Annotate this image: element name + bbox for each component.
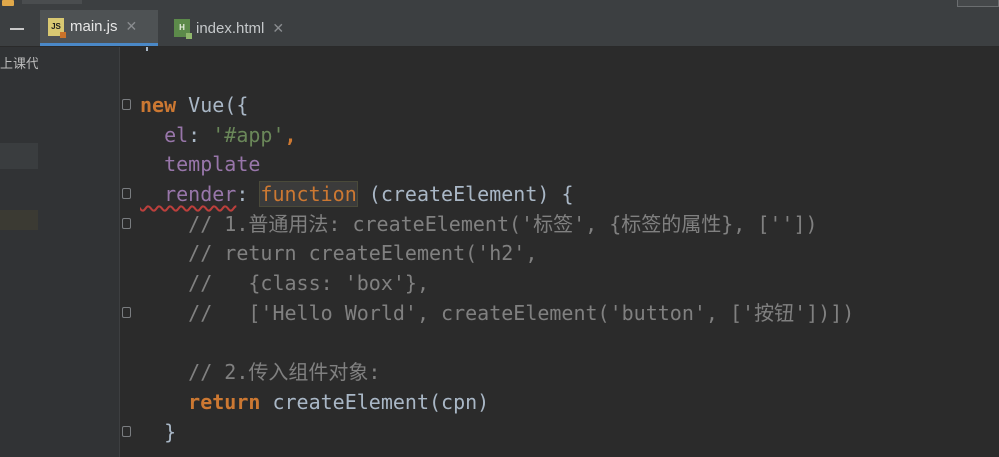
fold-icon[interactable] — [122, 426, 131, 437]
keyword: new — [140, 93, 177, 117]
title-bar-fragment — [22, 0, 82, 4]
closing-brace-fragment — [140, 47, 148, 51]
code-token: : — [236, 182, 261, 206]
tab-label: index.html — [196, 19, 265, 37]
code-line[interactable]: 25 // 2.传入组件对象: — [120, 357, 999, 387]
code-line[interactable]: 15 — [120, 61, 999, 91]
code-line[interactable]: 16 new Vue({ — [120, 90, 999, 120]
comment-text: // {class: 'box'}, — [140, 271, 429, 295]
property-name: render — [140, 182, 237, 206]
line-number-gutter[interactable] — [38, 47, 120, 457]
app-icon — [2, 0, 14, 6]
code-line[interactable]: 27 } — [120, 417, 999, 447]
property-name: template — [140, 152, 261, 176]
code-token: (createElement) { — [356, 182, 574, 206]
code-text: el: '#app', — [140, 120, 297, 150]
code-line[interactable]: 18 template — [120, 149, 999, 179]
fold-icon[interactable] — [122, 99, 131, 110]
close-icon[interactable]: ✕ — [126, 18, 138, 35]
project-panel[interactable]: 上课代 — [0, 47, 40, 457]
search-box-fragment[interactable] — [957, 0, 999, 7]
code-line[interactable]: 21 // return createElement('h2', — [120, 238, 999, 268]
keyword: return — [140, 390, 261, 414]
html-file-icon: H — [174, 19, 192, 39]
code-line[interactable]: 17 el: '#app', — [120, 120, 999, 150]
fold-icon[interactable] — [122, 218, 131, 229]
code-text: template — [140, 149, 260, 179]
code-editor[interactable]: 15 16 new Vue({ 17 el: '#app', 18 templa… — [120, 47, 999, 457]
comment-text: // 1.普通用法: createElement('标签', {标签的属性}, … — [140, 212, 818, 236]
comment-text: // ['Hello World', createElement('button… — [140, 301, 855, 325]
tab-index-html[interactable]: H index.html ✕ — [166, 10, 312, 46]
comment-text: // return createElement('h2', — [140, 241, 538, 265]
property-name: el — [140, 123, 189, 147]
js-file-icon: JS — [48, 17, 66, 38]
tab-label: main.js — [70, 18, 118, 35]
fold-icon[interactable] — [122, 188, 131, 199]
code-text: } — [140, 420, 177, 444]
code-text: new Vue({ — [140, 90, 248, 120]
code-token: Vue({ — [176, 93, 249, 117]
selected-row[interactable] — [0, 143, 38, 169]
code-text: render: function (createElement) { — [140, 179, 574, 209]
close-icon[interactable]: ✕ — [272, 20, 284, 37]
code-token: : — [188, 123, 213, 147]
highlighted-row[interactable] — [0, 210, 38, 230]
comment-text: // 2.传入组件对象: — [140, 360, 381, 384]
code-line[interactable]: 26 return createElement(cpn) — [120, 387, 999, 417]
code-token: createElement(cpn) — [260, 390, 490, 414]
editor-tab-bar: JS main.js ✕ H index.html ✕ — [0, 10, 999, 47]
code-line[interactable]: 23 // ['Hello World', createElement('but… — [120, 298, 999, 328]
code-text: return createElement(cpn) — [140, 387, 489, 417]
project-panel-label: 上课代 — [0, 56, 40, 71]
code-line[interactable]: 20 // 1.普通用法: createElement('标签', {标签的属性… — [120, 209, 999, 239]
string-literal: '#app' — [212, 123, 285, 147]
tab-main-js[interactable]: JS main.js ✕ — [40, 10, 158, 46]
function-keyword: function — [259, 181, 358, 207]
code-token: , — [284, 123, 297, 147]
fold-icon[interactable] — [122, 307, 131, 318]
collapse-panel-icon[interactable] — [10, 28, 24, 30]
code-line[interactable]: 22 // {class: 'box'}, — [120, 268, 999, 298]
code-line[interactable]: 24 — [120, 328, 999, 358]
code-line[interactable]: 19 render: function (createElement) { — [120, 179, 999, 209]
